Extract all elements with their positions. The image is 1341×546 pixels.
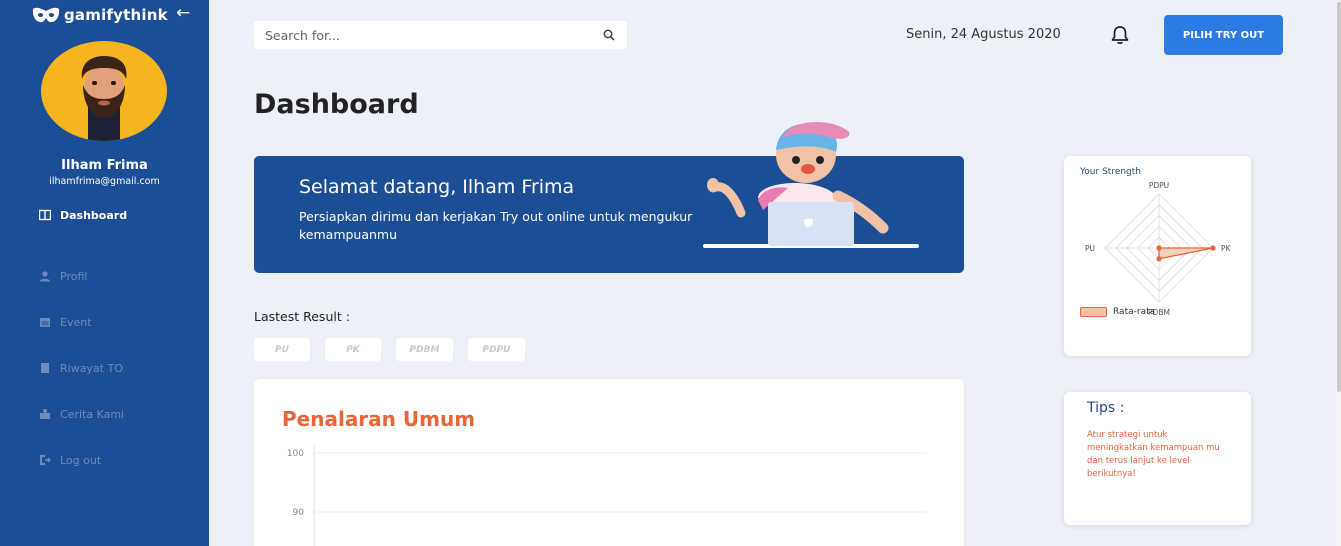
radar-axis-label: PU — [1085, 244, 1095, 253]
tab-pu[interactable]: PU — [254, 338, 310, 361]
tab-pdbm[interactable]: PDBM — [396, 338, 453, 361]
logout-icon — [39, 454, 51, 466]
collapse-arrow-icon[interactable]: ← — [176, 3, 190, 23]
brand[interactable]: gamifythink — [32, 6, 168, 24]
bearded-man-icon — [81, 56, 127, 141]
brand-name: gamifythink — [64, 6, 168, 24]
radar-legend[interactable]: Rata-rata — [1080, 307, 1155, 317]
scrollbar-thumb[interactable] — [1337, 2, 1341, 392]
result-tabs: PU PK PDBM PDPU — [254, 338, 525, 361]
radar-axis-label: PK — [1221, 244, 1232, 253]
legend-swatch — [1080, 307, 1107, 317]
sidebar-item-riwayat-to[interactable]: Riwayat TO — [39, 345, 127, 391]
dashboard-icon — [39, 209, 51, 221]
search-bar — [254, 21, 627, 49]
sidebar-item-label: Dashboard — [60, 208, 128, 222]
radar-point[interactable] — [1156, 245, 1162, 251]
user-name: Ilham Frima — [61, 158, 148, 173]
pilih-try-out-button[interactable]: PILIH TRY OUT — [1164, 15, 1283, 55]
tips-text: Atur strategi untuk meningkatkan kemampu… — [1087, 430, 1220, 479]
sidebar: gamifythink ← Ilham Frima ilhamfrima@gma… — [0, 0, 209, 546]
student-laptop-illustration — [707, 121, 889, 246]
bell-icon[interactable] — [1109, 24, 1131, 46]
y-tick-label: 90 — [293, 508, 305, 518]
calendar-icon — [39, 316, 51, 328]
story-icon — [39, 408, 51, 420]
radar-point[interactable] — [1156, 256, 1162, 262]
sidebar-item-label: Cerita Kami — [60, 407, 125, 421]
mask-logo-icon — [32, 7, 60, 23]
sidebar-item-label: Log out — [60, 453, 102, 467]
page-title: Dashboard — [254, 89, 419, 120]
sidebar-item-cerita-kami[interactable]: Cerita Kami — [39, 391, 127, 437]
sidebar-nav: Dashboard Profil Event Riwayat TO Cerita… — [39, 207, 127, 483]
sidebar-item-log-out[interactable]: Log out — [39, 437, 127, 483]
sidebar-item-label: Riwayat TO — [60, 361, 123, 375]
score-chart-card: Penalaran Umum 100 90 — [254, 379, 964, 546]
radar-point[interactable] — [1210, 245, 1216, 251]
radar-axis-label: PDPU — [1149, 181, 1169, 190]
strength-card: Your Strength PDPU PK PDBM PU Rata-rata — [1064, 156, 1251, 356]
sidebar-item-label: Profil — [60, 269, 88, 283]
tab-pk[interactable]: PK — [325, 338, 381, 361]
sidebar-item-profil[interactable]: Profil — [39, 253, 127, 299]
y-tick-label: 100 — [287, 449, 304, 459]
search-icon[interactable] — [591, 21, 627, 49]
latest-result-label: Lastest Result : — [254, 309, 350, 324]
radar-series-area — [1158, 247, 1214, 260]
user-icon — [39, 270, 51, 282]
tips-card: Tips : Atur strategi untuk meningkatkan … — [1064, 392, 1251, 525]
avatar — [41, 41, 167, 141]
sidebar-item-event[interactable]: Event — [39, 299, 127, 345]
welcome-title: Selamat datang, Ilham Frima — [299, 176, 575, 198]
welcome-subtitle: Persiapkan dirimu dan kerjakan Try out o… — [299, 209, 693, 242]
document-icon — [39, 362, 51, 374]
tips-title: Tips : — [1087, 400, 1125, 416]
sidebar-item-dashboard[interactable]: Dashboard — [39, 207, 127, 223]
search-input[interactable] — [254, 21, 591, 49]
tab-pdpu[interactable]: PDPU — [468, 338, 525, 361]
legend-label: Rata-rata — [1113, 307, 1156, 317]
sidebar-item-label: Event — [60, 315, 92, 329]
current-date: Senin, 24 Agustus 2020 — [906, 27, 1061, 42]
user-email: ilhamfrima@gmail.com — [49, 176, 160, 187]
score-line-chart: 100 90 — [287, 445, 926, 546]
strength-radar-chart: PDPUPKPDBMPU — [1085, 181, 1232, 317]
